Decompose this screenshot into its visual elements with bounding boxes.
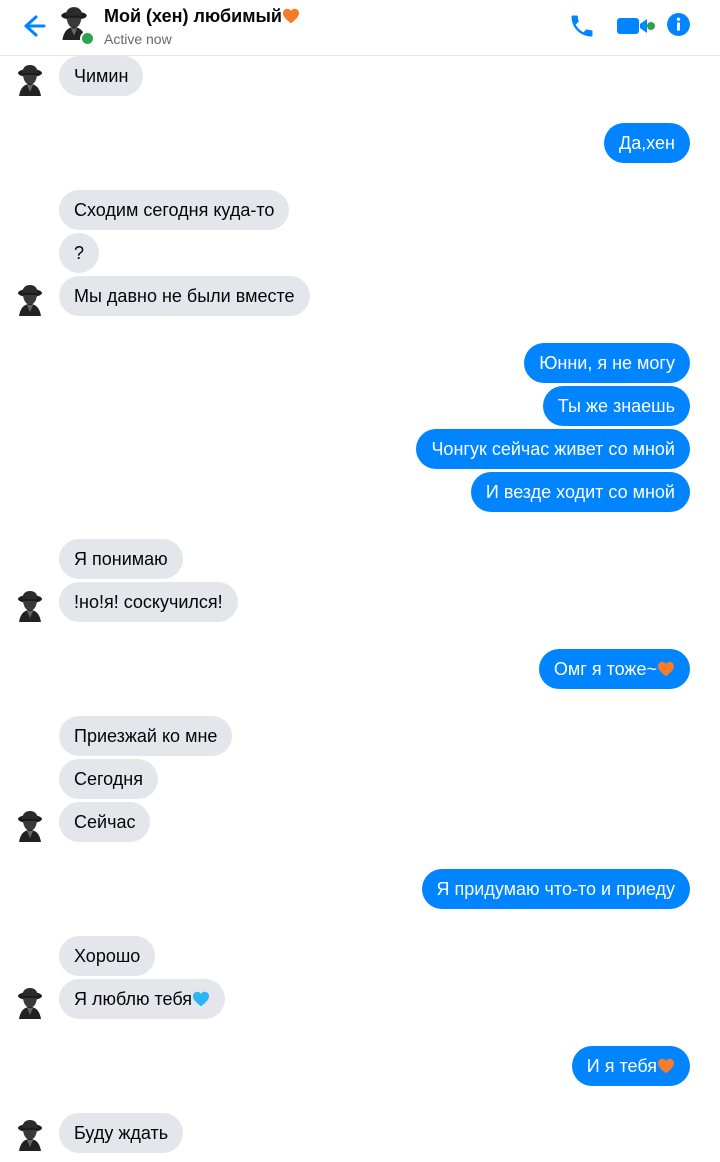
message-outgoing[interactable]: Юнни, я не могу [524,343,690,383]
back-arrow-icon[interactable] [16,10,48,42]
message-incoming[interactable]: Я люблю тебя [59,979,226,1019]
phone-call-icon[interactable] [568,12,596,40]
orange-heart-icon [657,661,675,677]
message-incoming[interactable]: Буду ждать [59,1113,184,1153]
sender-avatar[interactable] [13,1117,47,1151]
message-incoming[interactable]: Сегодня [59,759,158,799]
video-call-icon[interactable] [616,14,656,38]
message-incoming[interactable]: Хорошо [59,936,156,976]
chat-header: Мой (хен) любимый Active now [0,0,720,56]
sender-avatar[interactable] [13,282,47,316]
message-outgoing[interactable]: Чонгук сейчас живет со мной [416,429,690,469]
contact-name[interactable]: Мой (хен) любимый [104,6,300,27]
orange-heart-icon [657,1058,675,1074]
orange-heart-icon [282,8,300,24]
blue-heart-icon [192,991,210,1007]
sender-avatar[interactable] [13,588,47,622]
message-outgoing[interactable]: Да,хен [604,123,690,163]
message-outgoing[interactable]: И везде ходит со мной [470,472,690,512]
message-incoming[interactable]: Сейчас [59,802,151,842]
message-incoming[interactable]: !но!я! соскучился! [59,582,238,622]
message-outgoing[interactable]: И я тебя [571,1046,690,1086]
message-incoming[interactable]: Приезжай ко мне [59,716,233,756]
message-incoming[interactable]: Мы давно не были вместе [59,276,310,316]
active-status: Active now [104,31,172,47]
sender-avatar[interactable] [13,808,47,842]
online-indicator [80,31,95,46]
info-icon[interactable] [666,12,691,37]
message-outgoing[interactable]: Омг я тоже~ [538,649,690,689]
message-incoming[interactable]: Чимин [59,56,144,96]
message-incoming[interactable]: ? [59,233,100,273]
message-outgoing[interactable]: Ты же знаешь [542,386,690,426]
message-incoming[interactable]: Я понимаю [59,539,183,579]
message-incoming[interactable]: Сходим сегодня куда-то [59,190,290,230]
sender-avatar[interactable] [13,985,47,1019]
message-outgoing[interactable]: Я придумаю что-то и приеду [421,869,690,909]
sender-avatar[interactable] [13,62,47,96]
